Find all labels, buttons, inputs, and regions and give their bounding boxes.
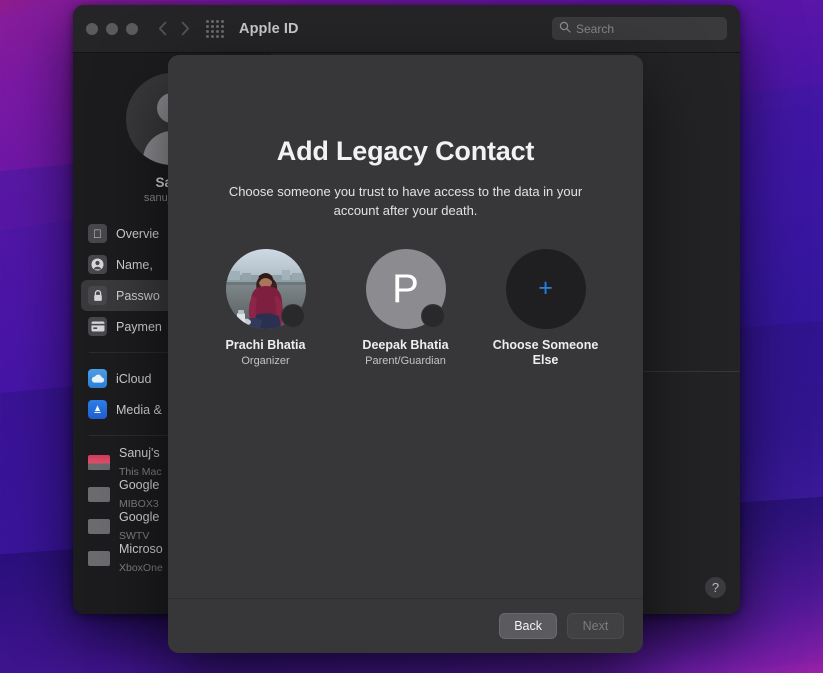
window-titlebar: Apple ID Search: [73, 5, 740, 53]
plus-icon: +: [505, 248, 586, 329]
avatar-wrapper: [225, 248, 306, 329]
sidebar-item-label: iCloud: [116, 371, 152, 386]
dialog-body: Add Legacy Contact Choose someone you tr…: [168, 55, 643, 598]
device-name: Sanuj's: [119, 446, 160, 460]
contact-name: Prachi Bhatia: [225, 337, 306, 352]
avatar-wrapper: P: [365, 248, 446, 329]
contact-option-choose-someone-else[interactable]: + Choose Someone Else: [487, 248, 605, 371]
chevron-right-icon[interactable]: [181, 21, 190, 36]
back-button[interactable]: Back: [499, 613, 557, 639]
traffic-light-buttons: [86, 22, 138, 35]
avatar-wrapper: +: [505, 248, 586, 329]
sidebar-item-label: Overvie: [116, 226, 160, 241]
sidebar-item-label: Name,: [116, 257, 153, 272]
lock-icon: [88, 286, 107, 305]
sidebar-item-label: Media &: [116, 402, 162, 417]
credit-card-icon: [88, 317, 107, 336]
device-name: Google: [119, 478, 160, 492]
status-badge: [420, 303, 445, 328]
macbook-icon: [88, 454, 110, 470]
search-icon: [559, 20, 571, 38]
sidebar-item-label: Passwo: [116, 288, 160, 303]
zoom-button[interactable]: [126, 22, 138, 35]
page-title: Apple ID: [239, 20, 299, 37]
dialog-subtitle: Choose someone you trust to have access …: [228, 184, 583, 218]
contact-option-prachi-bhatia[interactable]: Prachi Bhatia Organizer: [207, 248, 325, 371]
device-sub: XboxOne: [119, 562, 163, 574]
contact-name: Choose Someone Else: [492, 337, 599, 368]
person-icon: [88, 255, 107, 274]
device-icon: [88, 518, 110, 534]
desktop-wallpaper: Apple ID Search Sanu sanujbhatia: [0, 0, 823, 673]
search-placeholder: Search: [576, 21, 615, 36]
device-icon: [88, 550, 110, 566]
close-button[interactable]: [86, 22, 98, 35]
minimize-button[interactable]: [106, 22, 118, 35]
contact-initial: P: [392, 266, 419, 311]
navigation-arrows: [158, 21, 190, 36]
device-name: Google: [119, 510, 160, 524]
contact-chooser-list: Prachi Bhatia Organizer P Deepak Bhatia …: [204, 248, 607, 371]
chevron-left-icon[interactable]: [158, 21, 167, 36]
app-store-icon: [88, 400, 107, 419]
dialog-footer: Back Next: [168, 598, 643, 653]
icloud-icon: [88, 369, 107, 388]
sidebar-item-label: Paymen: [116, 319, 162, 334]
plus-glyph: +: [538, 274, 553, 303]
device-icon: [88, 486, 110, 502]
contact-name: Deepak Bhatia: [362, 337, 449, 352]
help-button[interactable]: ?: [705, 577, 726, 598]
device-name: Microso: [119, 542, 163, 556]
status-badge: [280, 303, 305, 328]
contact-role: Organizer: [241, 355, 290, 368]
dialog-title: Add Legacy Contact: [276, 136, 535, 166]
apple-logo-icon: : [88, 224, 107, 243]
contact-role: Parent/Guardian: [365, 355, 446, 368]
add-legacy-contact-dialog: Add Legacy Contact Choose someone you tr…: [168, 55, 643, 653]
grid-icon[interactable]: [206, 19, 224, 38]
search-input[interactable]: Search: [552, 17, 727, 40]
next-button[interactable]: Next: [567, 613, 624, 639]
contact-option-deepak-bhatia[interactable]: P Deepak Bhatia Parent/Guardian: [347, 248, 465, 371]
